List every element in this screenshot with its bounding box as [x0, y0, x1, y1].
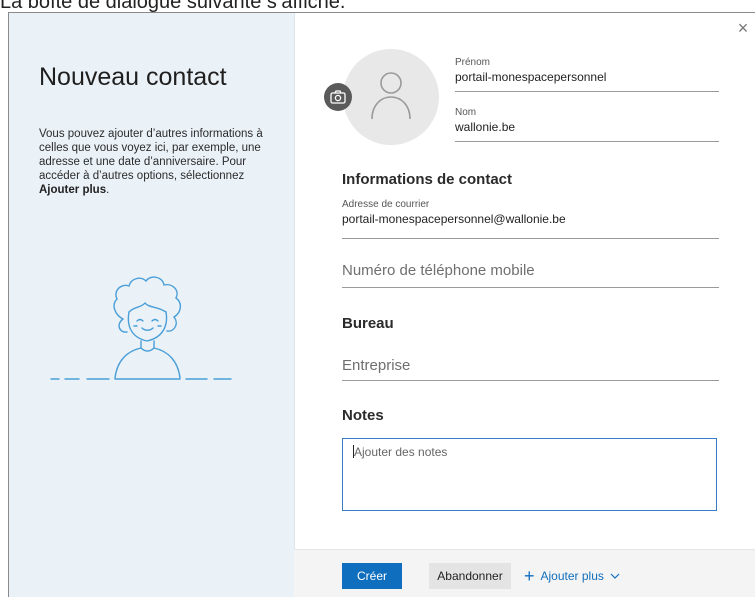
cancel-button[interactable]: Abandonner: [429, 563, 511, 589]
company-placeholder: Entreprise: [342, 357, 411, 374]
info-description: Vous pouvez ajouter d’autres information…: [39, 127, 264, 197]
last-name-value[interactable]: wallonie.be: [455, 119, 719, 135]
info-description-emphasis: Ajouter plus: [39, 184, 107, 196]
last-name-field[interactable]: Nom wallonie.be: [455, 107, 719, 142]
info-description-text: Vous pouvez ajouter d’autres information…: [39, 128, 263, 182]
contact-info-heading: Informations de contact: [342, 171, 513, 188]
notes-heading: Notes: [342, 407, 384, 424]
create-button[interactable]: Créer: [342, 563, 402, 589]
email-label: Adresse de courrier: [342, 199, 430, 210]
dialog-title: Nouveau contact: [39, 63, 227, 91]
close-icon[interactable]: ×: [734, 19, 752, 37]
plus-icon: +: [524, 566, 535, 586]
first-name-field[interactable]: Prénom portail-monespacepersonnel: [455, 57, 719, 92]
add-more-button[interactable]: + Ajouter plus: [524, 563, 620, 589]
dialog-footer: Créer Abandonner + Ajouter plus: [294, 549, 755, 597]
first-name-label: Prénom: [455, 57, 491, 68]
mobile-phone-placeholder: Numéro de téléphone mobile: [342, 262, 535, 279]
company-field[interactable]: Entreprise: [342, 356, 719, 381]
new-contact-dialog: Nouveau contact Vous pouvez ajouter d’au…: [8, 12, 755, 597]
avatar: [343, 49, 439, 145]
chevron-down-icon: [610, 563, 620, 589]
email-field[interactable]: Adresse de courrier portail-monespaceper…: [342, 199, 719, 239]
first-name-value[interactable]: portail-monespacepersonnel: [455, 69, 719, 85]
last-name-label: Nom: [455, 107, 477, 118]
add-more-label: Ajouter plus: [540, 569, 604, 583]
notes-placeholder: Ajouter des notes: [354, 445, 448, 459]
email-value[interactable]: portail-monespacepersonnel@wallonie.be: [342, 211, 719, 227]
mobile-phone-field[interactable]: Numéro de téléphone mobile: [342, 261, 719, 288]
info-pane: Nouveau contact Vous pouvez ajouter d’au…: [9, 13, 295, 597]
person-illustration: [50, 276, 232, 380]
notes-input[interactable]: Ajouter des notes: [342, 438, 717, 511]
camera-icon[interactable]: [324, 83, 352, 111]
person-icon: [371, 72, 411, 120]
office-heading: Bureau: [342, 315, 394, 332]
info-description-end: .: [106, 184, 110, 196]
